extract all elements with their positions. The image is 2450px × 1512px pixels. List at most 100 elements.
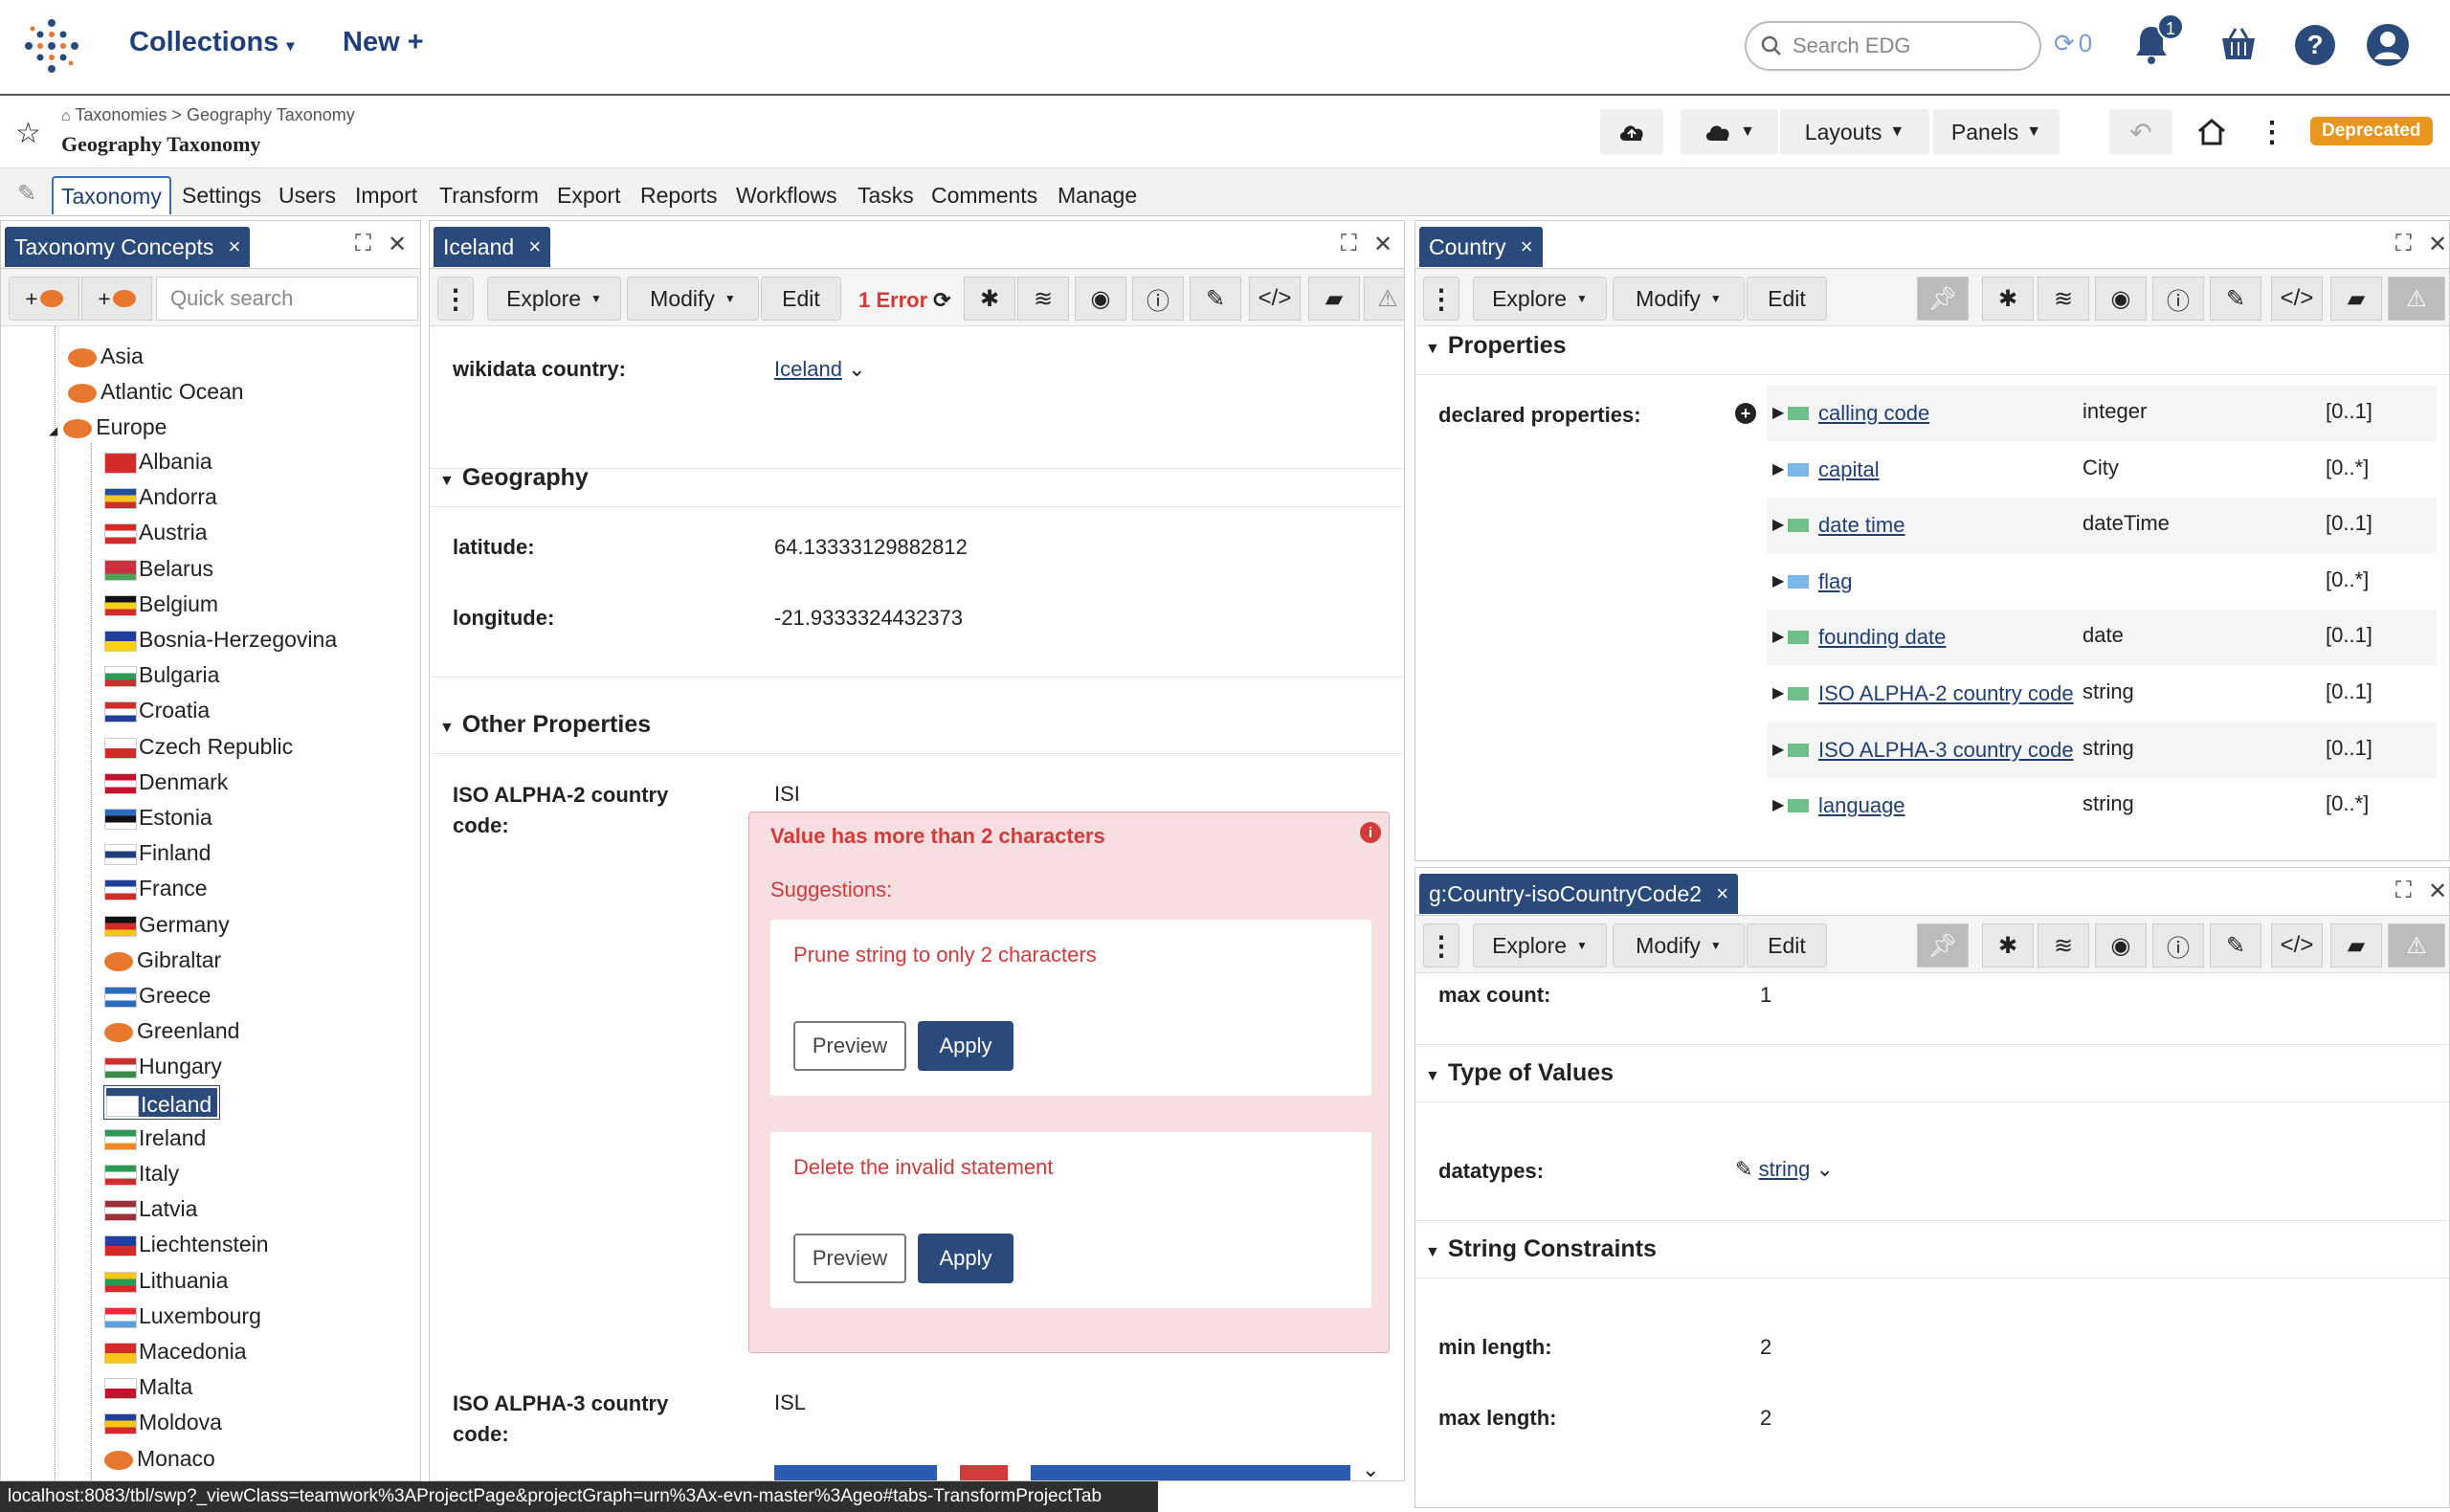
expand-triangle-icon[interactable]: ▶ [1772,459,1784,478]
edit-button[interactable]: Edit [1747,923,1827,967]
modify-button[interactable]: Modify ▼ [1613,923,1745,967]
collapse-icon[interactable]: ◢ [49,424,57,437]
chevron-down-icon[interactable]: ⌄ [1362,1457,1379,1480]
wikidata-country-link[interactable]: Iceland [774,357,842,381]
more-vertical-icon[interactable]: ⋮ [2253,109,2291,155]
tree-item-croatia[interactable]: Croatia [104,694,210,726]
type-of-values-section-header[interactable]: ▼ Type of Values [1425,1059,1614,1087]
wikidata-country-value[interactable]: Iceland ⌄ [774,357,866,382]
tree-item-luxembourg[interactable]: Luxembourg [104,1300,261,1332]
undo-icon[interactable]: ↶ [2109,109,2172,155]
edit-button[interactable]: Edit [1747,277,1827,321]
add-sibling-button[interactable]: + [81,277,152,321]
tree-item-hungary[interactable]: Hungary [104,1050,222,1082]
folder-icon[interactable]: ▰ [2330,277,2382,321]
tree-item-europe[interactable]: ◢ Europe [49,411,167,443]
home-icon[interactable] [2184,109,2239,155]
sync-button[interactable]: ⟳ 0 [2054,29,2092,58]
tree-item-finland[interactable]: Finland [104,836,211,869]
property-name-link[interactable]: language [1818,793,1905,818]
tree-item-iceland[interactable]: Iceland [102,1084,221,1120]
tree-item-bulgaria[interactable]: Bulgaria [104,658,219,691]
eye-icon[interactable]: ◉ [1075,277,1126,321]
tree-item-gibraltar[interactable]: Gibraltar [104,944,221,976]
edit-pencil-icon[interactable]: ✎ [17,180,36,208]
tab-manage[interactable]: Manage [1058,178,1137,212]
expand-triangle-icon[interactable]: ▶ [1772,571,1784,590]
tree-item-czech-republic[interactable]: Czech Republic [104,730,293,763]
apply-button[interactable]: Apply [918,1234,1013,1283]
user-avatar-icon[interactable] [2366,23,2410,67]
more-vertical-icon[interactable]: ⋮ [1423,277,1459,321]
source-code-icon[interactable]: </> [1249,277,1301,321]
pin-icon[interactable]: 📌︎ [1917,923,1969,967]
layers-icon[interactable]: ≋ [2038,277,2089,321]
expand-triangle-icon[interactable]: ▶ [1772,515,1784,534]
maximize-icon[interactable]: ⛶ [2395,231,2412,257]
tree-item-greenland[interactable]: Greenland [104,1014,239,1047]
close-tab-icon[interactable]: × [1521,227,1533,267]
tree-item-latvia[interactable]: Latvia [104,1192,197,1225]
iso2-value[interactable]: ISI [774,782,800,807]
add-child-button[interactable]: + [9,277,79,321]
edit-external-icon[interactable]: ✎ [1190,277,1241,321]
explore-button[interactable]: Explore ▼ [1473,923,1607,967]
datatype-link[interactable]: string [1759,1157,1811,1181]
tree-item-asia[interactable]: Asia [68,340,144,372]
tree-item-liechtenstein[interactable]: Liechtenstein [104,1228,269,1260]
panel-tab-taxonomy-concepts[interactable]: Taxonomy Concepts × [5,227,251,267]
explore-button[interactable]: Explore ▼ [487,277,621,321]
new-menu[interactable]: New + [343,27,424,58]
geography-section-header[interactable]: ▼ Geography [439,464,589,492]
tab-workflows[interactable]: Workflows [736,178,837,212]
other-properties-section-header[interactable]: ▼ Other Properties [439,711,651,739]
maximize-icon[interactable]: ⛶ [2395,878,2412,904]
panel-tab-iso-country-code[interactable]: g:Country-isoCountryCode2 × [1419,874,1739,914]
panels-button[interactable]: Panels ▼ [1933,109,2060,155]
tree-item-andorra[interactable]: Andorra [104,480,217,513]
tree-item-belarus[interactable]: Belarus [104,552,213,585]
pin-icon[interactable]: 📌︎ [1917,277,1969,321]
close-tab-icon[interactable]: × [1716,874,1728,914]
tree-item-lithuania[interactable]: Lithuania [104,1264,228,1297]
property-name-link[interactable]: ISO ALPHA-3 country code [1818,738,2074,763]
tab-taxonomy[interactable]: Taxonomy [52,176,171,214]
tab-import[interactable]: Import [355,178,417,212]
notifications-button[interactable]: 1 [2132,13,2184,69]
close-tab-icon[interactable]: × [528,227,541,267]
expand-triangle-icon[interactable]: ▶ [1772,627,1784,646]
property-name-link[interactable]: flag [1818,569,1852,594]
tree-item-greece[interactable]: Greece [104,979,211,1012]
layers-icon[interactable]: ≋ [1017,277,1069,321]
chevron-down-icon[interactable]: ⌄ [1815,1157,1833,1181]
tree-item-monaco[interactable]: Monaco [104,1442,215,1475]
edit-external-icon[interactable]: ✎ [2210,277,2261,321]
property-name-link[interactable]: ISO ALPHA-2 country code [1818,681,2074,706]
apply-button[interactable]: Apply [918,1021,1013,1071]
tab-users[interactable]: Users [278,178,336,212]
tree-item-germany[interactable]: Germany [104,908,230,941]
expand-triangle-icon[interactable]: ▶ [1772,740,1784,759]
close-icon[interactable]: ✕ [1373,231,1392,258]
refresh-icon[interactable]: ⟳ [933,288,950,313]
explore-button[interactable]: Explore ▼ [1473,277,1607,321]
string-constraints-section-header[interactable]: ▼ String Constraints [1425,1235,1657,1263]
cloud-menu-button[interactable]: ▼ [1681,109,1778,155]
edit-button[interactable]: Edit [761,277,841,321]
quick-search-input[interactable]: Quick search [156,277,418,321]
edit-external-icon[interactable]: ✎ [2210,923,2261,967]
tree-item-ireland[interactable]: Ireland [104,1122,206,1154]
tree-item-malta[interactable]: Malta [104,1370,192,1403]
tree-item-austria[interactable]: Austria [104,516,208,548]
source-code-icon[interactable]: </> [2271,277,2323,321]
info-icon[interactable]: ⓘ [2152,277,2204,321]
breadcrumb-taxonomies[interactable]: Taxonomies [75,105,167,124]
basket-icon[interactable] [2218,25,2259,63]
maximize-icon[interactable]: ⛶ [355,231,371,257]
property-name-link[interactable]: calling code [1818,401,1929,426]
datatypes-value[interactable]: ✎ string ⌄ [1735,1157,1834,1182]
modify-button[interactable]: Modify ▼ [627,277,759,321]
favorite-star-icon[interactable]: ☆ [15,117,41,150]
close-icon[interactable]: ✕ [2428,231,2447,258]
panel-tab-iceland[interactable]: Iceland × [434,227,551,267]
